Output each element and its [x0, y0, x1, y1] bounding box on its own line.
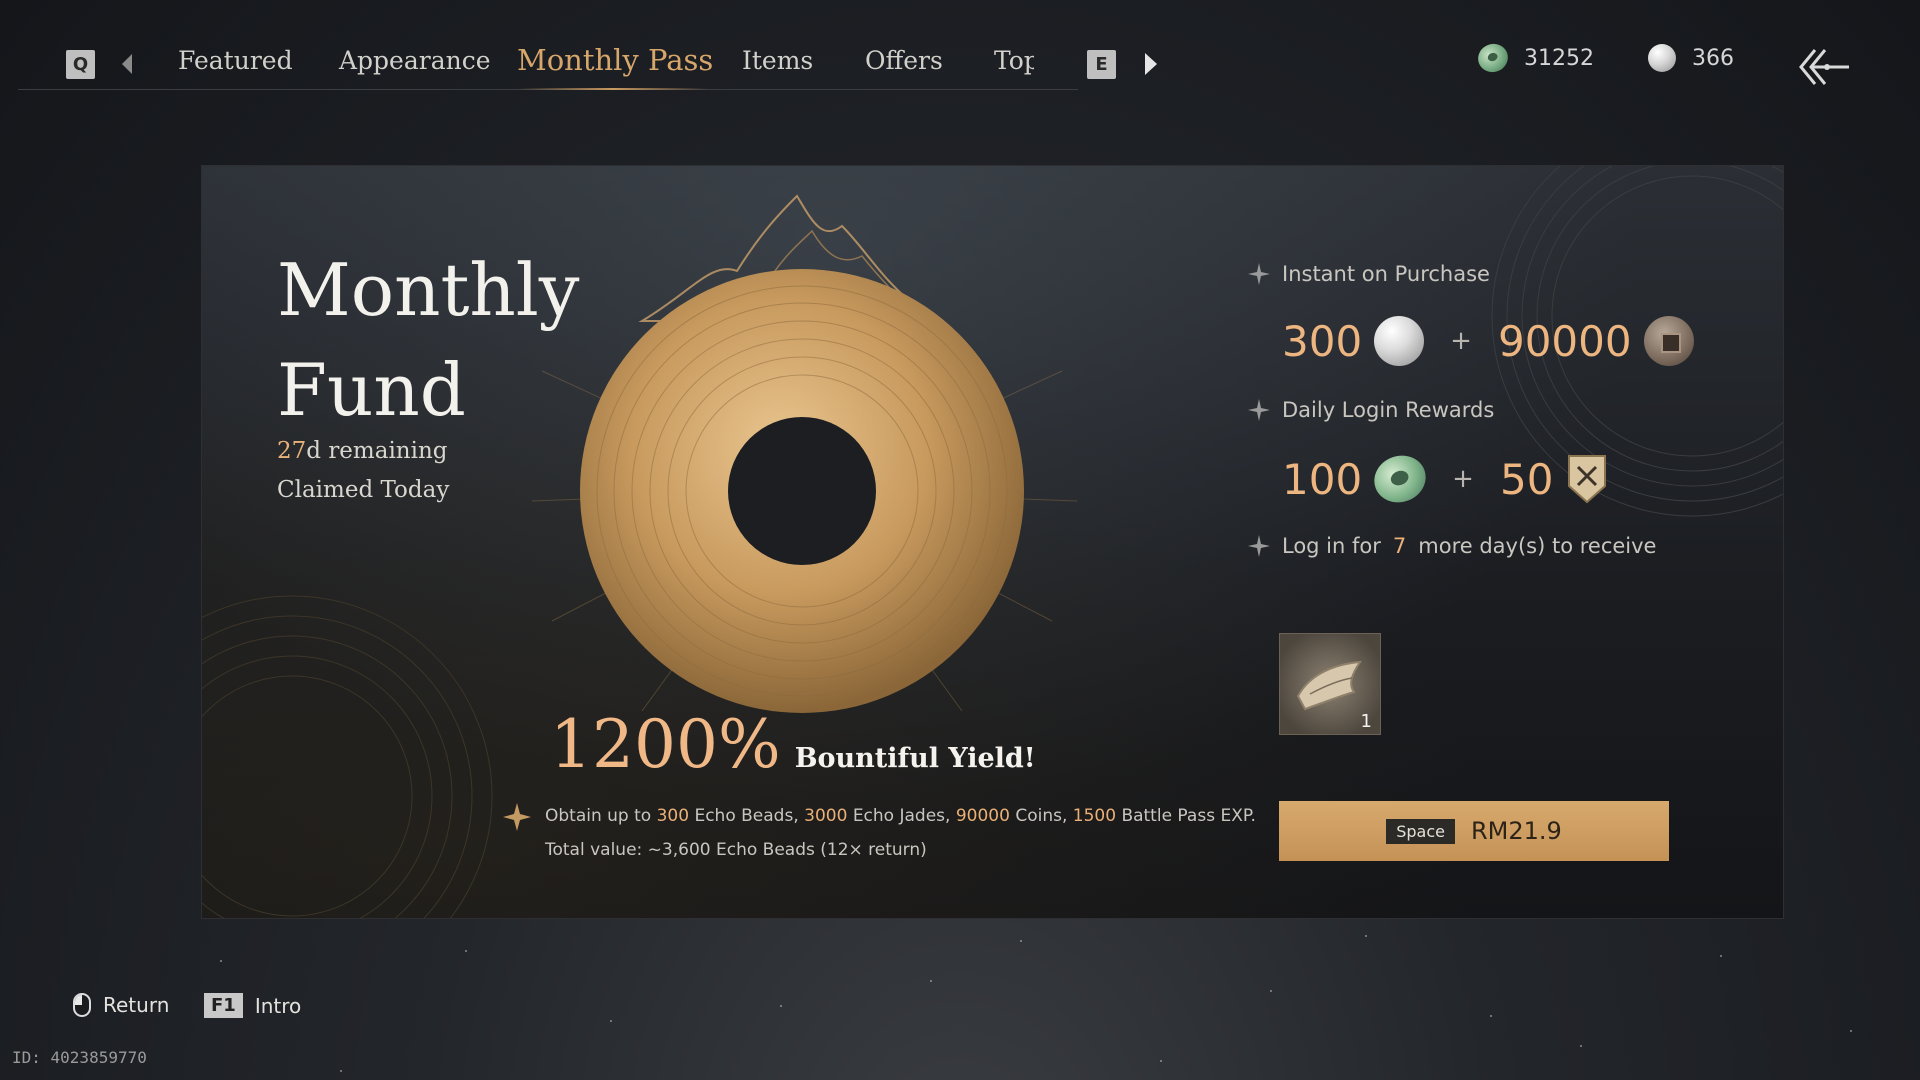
obtain-prefix: Obtain up to — [545, 806, 652, 826]
purchase-button[interactable]: Space RM21.9 — [1279, 801, 1669, 861]
instant-beads-amount: 300 — [1282, 316, 1363, 366]
sparkle-icon — [1248, 263, 1270, 285]
tab-appearance[interactable]: Appearance — [339, 46, 491, 75]
next-tab-key[interactable]: E — [1087, 50, 1116, 79]
monthly-fund-panel: Monthly Fund 27d remaining Claimed Today — [201, 165, 1784, 919]
echo-jade-icon — [1367, 448, 1433, 510]
sparkle-icon — [1248, 535, 1270, 557]
yield-percent: 1200% — [550, 706, 781, 783]
back-arrow-icon[interactable] — [1795, 44, 1851, 90]
days-remaining-suffix: d remaining — [306, 438, 448, 464]
days-remaining: 27d remaining — [277, 438, 448, 464]
tab-items[interactable]: Items — [742, 46, 813, 75]
tab-top[interactable]: Top — [994, 46, 1034, 75]
reward-item-slot[interactable]: 1 — [1279, 633, 1381, 735]
return-hint[interactable]: Return — [73, 993, 169, 1017]
plus-sign: + — [1450, 326, 1472, 356]
tab-offers[interactable]: Offers — [865, 46, 943, 75]
user-id: ID: 4023859770 — [12, 1048, 147, 1067]
return-label: Return — [103, 993, 170, 1017]
echo-bead-icon — [1374, 316, 1425, 366]
purchase-price: RM21.9 — [1470, 817, 1562, 845]
login-streak-heading: Log in for 7 more day(s) to receive — [1248, 534, 1656, 558]
login-prefix: Log in for — [1282, 534, 1381, 558]
pearl-amount: 366 — [1692, 45, 1734, 71]
sparkle-icon — [503, 803, 531, 831]
daily-exp-amount: 50 — [1499, 454, 1554, 504]
login-days: 7 — [1392, 534, 1407, 558]
yield-label: Bountiful Yield! — [794, 743, 1036, 774]
mouse-icon — [73, 993, 91, 1017]
daily-login-heading: Daily Login Rewards — [1248, 398, 1494, 422]
arrow-right-icon[interactable] — [1145, 53, 1157, 75]
instant-purchase-label: Instant on Purchase — [1282, 262, 1490, 286]
yield-banner: 1200% Bountiful Yield! — [550, 706, 1036, 783]
obtain-beads-label: Echo Beads, — [694, 806, 799, 826]
obtain-description: Obtain up to 300 Echo Beads, 3000 Echo J… — [503, 799, 1256, 867]
daily-jades-amount: 100 — [1282, 454, 1363, 504]
arrow-left-icon[interactable] — [122, 54, 132, 74]
obtain-exp-label: Battle Pass EXP. — [1121, 806, 1256, 826]
instant-purchase-heading: Instant on Purchase — [1248, 262, 1490, 286]
obtain-coins: 90000 — [955, 806, 1010, 826]
decorative-rings-left — [202, 595, 493, 918]
daily-login-label: Daily Login Rewards — [1282, 398, 1495, 422]
instant-coins-amount: 90000 — [1497, 316, 1632, 366]
obtain-jades: 3000 — [804, 806, 848, 826]
coin-icon — [1643, 316, 1694, 366]
obtain-total: Total value: ~3,600 Echo Beads (12× retu… — [545, 840, 927, 860]
sparkle-icon — [1248, 399, 1270, 421]
top-navigation: Q Featured Appearance Monthly Pass Items… — [18, 30, 1157, 90]
f1-key: F1 — [204, 993, 243, 1018]
intro-label: Intro — [254, 993, 302, 1018]
golden-disc-emblem — [531, 194, 1078, 713]
jade-amount: 31252 — [1524, 45, 1594, 71]
tab-featured[interactable]: Featured — [178, 46, 293, 75]
daily-login-rewards: 100 + 50 — [1282, 448, 1609, 510]
obtain-jades-label: Echo Jades, — [852, 806, 951, 826]
prev-tab-key[interactable]: Q — [66, 50, 95, 79]
intro-hint[interactable]: F1 Intro — [204, 993, 301, 1018]
obtain-exp: 1500 — [1072, 806, 1117, 826]
space-key-hint: Space — [1386, 818, 1455, 844]
tab-monthly-pass[interactable]: Monthly Pass — [517, 43, 713, 77]
echo-jade-icon — [1474, 39, 1512, 77]
obtain-beads: 300 — [656, 806, 690, 826]
days-remaining-number: 27 — [277, 438, 307, 464]
reward-item-count: 1 — [1360, 711, 1372, 732]
login-suffix: more day(s) to receive — [1418, 534, 1657, 558]
obtain-coins-label: Coins, — [1015, 806, 1068, 826]
pearl-currency: 366 — [1648, 44, 1734, 72]
echo-bead-icon — [1648, 44, 1676, 72]
jade-currency: 31252 — [1474, 39, 1594, 77]
battle-pass-exp-icon — [1568, 455, 1607, 504]
plus-sign: + — [1452, 464, 1474, 494]
claimed-status: Claimed Today — [277, 477, 450, 503]
active-tab-underline — [518, 88, 708, 90]
instant-purchase-rewards: 300 + 90000 — [1282, 316, 1694, 366]
